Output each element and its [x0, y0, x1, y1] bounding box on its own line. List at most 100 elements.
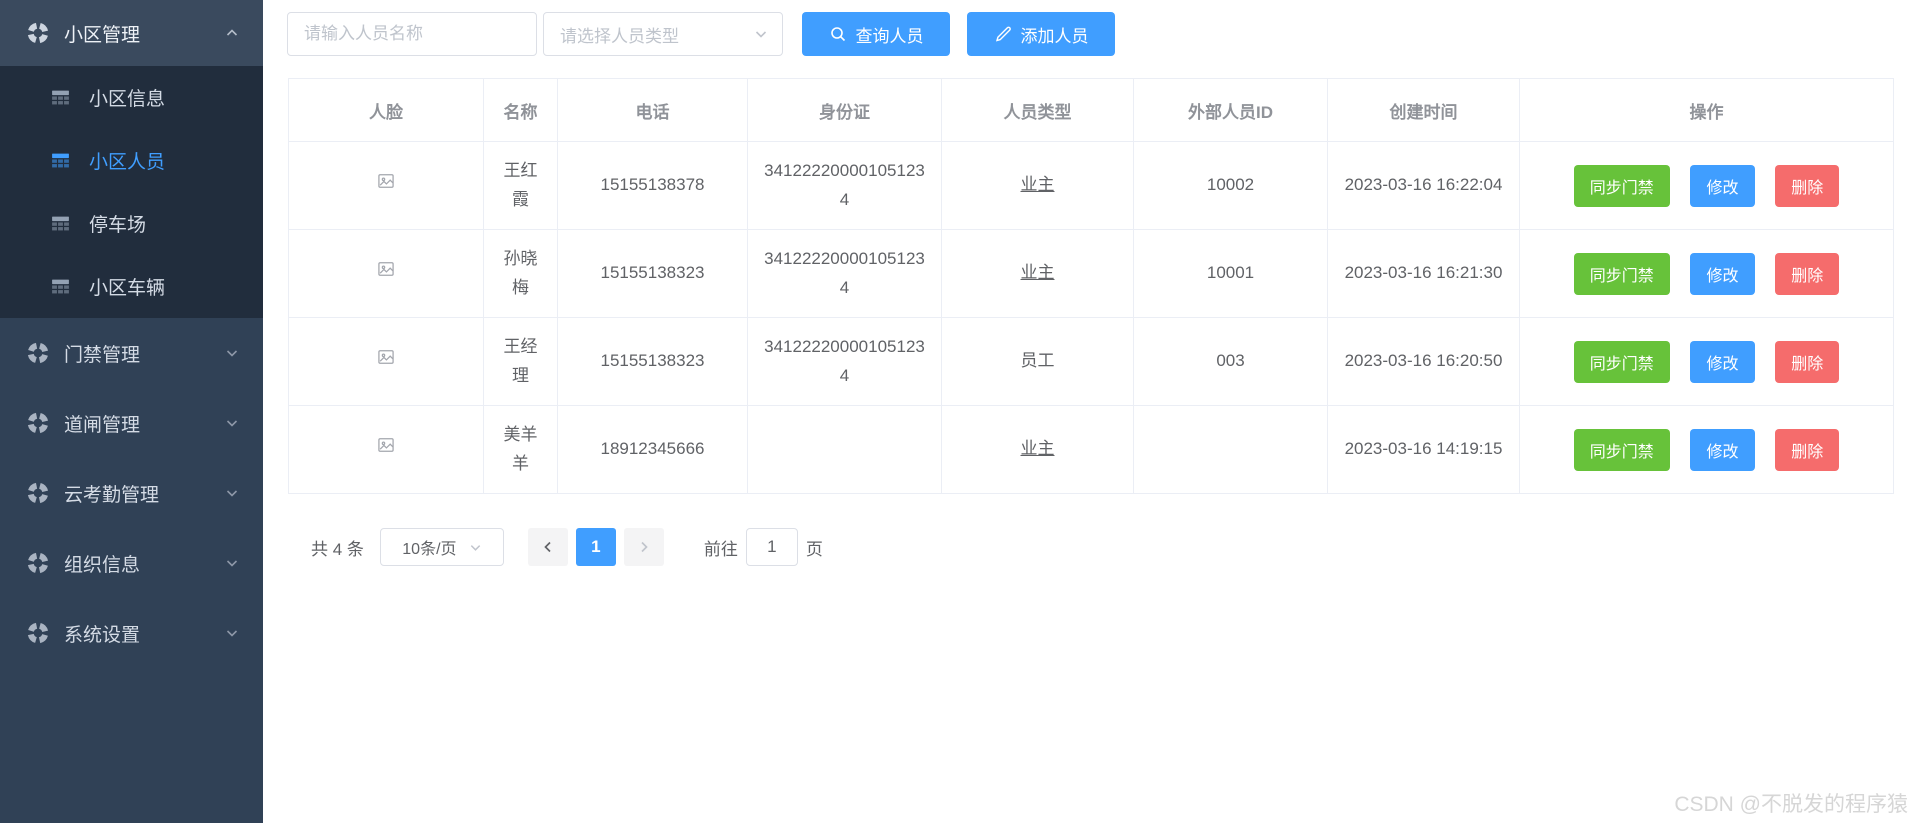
- person-type-select-placeholder: 请选择人员类型: [560, 26, 679, 46]
- add-person-button-label: 添加人员: [1020, 26, 1089, 46]
- sync-access-button[interactable]: 同步门禁: [1573, 340, 1670, 383]
- page-1-button[interactable]: 1: [575, 528, 616, 566]
- sync-access-button[interactable]: 同步门禁: [1573, 428, 1670, 471]
- external-id-cell: [1133, 405, 1328, 494]
- broken-image-icon: [376, 347, 396, 367]
- table-grid-icon: [50, 213, 71, 234]
- col-phone: 电话: [557, 78, 748, 142]
- sidebar-item-系统设置[interactable]: 系统设置: [0, 598, 263, 668]
- name-cell: 王红霞: [483, 141, 558, 230]
- edit-button[interactable]: 修改: [1690, 164, 1755, 207]
- person-table: 人脸 名称 电话 身份证 人员类型 外部人员ID 创建时间 操作 王红霞 151…: [288, 78, 1894, 494]
- life-ring-icon: [27, 552, 49, 574]
- created-at-cell: 2023-03-16 16:20:50: [1327, 317, 1520, 406]
- created-at-cell: 2023-03-16 16:22:04: [1327, 141, 1520, 230]
- face-cell: [288, 141, 484, 230]
- person-type-cell: 业主: [941, 141, 1134, 230]
- created-at-cell: 2023-03-16 14:19:15: [1327, 405, 1520, 494]
- chevron-up-icon: [225, 26, 239, 40]
- person-type-cell: 业主: [941, 405, 1134, 494]
- sidebar-group-item-label: 系统设置: [64, 624, 141, 646]
- table-grid-icon: [50, 150, 71, 171]
- sidebar-submenu-item-label: 小区车辆: [89, 278, 166, 299]
- add-person-button[interactable]: 添加人员: [967, 12, 1115, 56]
- phone-cell: 15155138323: [557, 229, 748, 318]
- sidebar-item-门禁管理[interactable]: 门禁管理: [0, 318, 263, 388]
- sync-access-button[interactable]: 同步门禁: [1573, 252, 1670, 295]
- sidebar-item-组织信息[interactable]: 组织信息: [0, 528, 263, 598]
- broken-image-icon: [376, 435, 396, 455]
- table-header-row: 人脸 名称 电话 身份证 人员类型 外部人员ID 创建时间 操作: [288, 78, 1894, 142]
- actions-cell: 同步门禁 修改 删除: [1519, 229, 1894, 318]
- delete-button[interactable]: 删除: [1775, 252, 1840, 295]
- chevron-down-icon: [225, 626, 239, 640]
- person-name-input[interactable]: [287, 12, 537, 56]
- page-suffix-label: 页: [805, 539, 823, 559]
- goto-page-input[interactable]: [745, 528, 798, 566]
- edit-button[interactable]: 修改: [1690, 428, 1755, 471]
- sidebar-item-道闸管理[interactable]: 道闸管理: [0, 388, 263, 458]
- sidebar-item-小区车辆[interactable]: 小区车辆: [0, 255, 263, 318]
- col-face: 人脸: [288, 78, 484, 142]
- table-row: 王经理 15155138323 341222200001051234 员工 00…: [288, 317, 1894, 406]
- idcard-cell: 341222200001051234: [747, 317, 942, 406]
- person-type-cell: 员工: [941, 317, 1134, 406]
- table-grid-icon: [50, 276, 71, 297]
- life-ring-icon: [27, 22, 49, 44]
- person-type-select[interactable]: 请选择人员类型: [543, 12, 783, 56]
- search-person-button[interactable]: 查询人员: [802, 12, 950, 56]
- name-cell: 孙晓梅: [483, 229, 558, 318]
- external-id-cell: 10001: [1133, 229, 1328, 318]
- pagination: 共 4 条 10条/页 1 前往 页: [311, 528, 823, 566]
- total-count-label: 共 4 条: [311, 539, 364, 559]
- sidebar-item-小区人员[interactable]: 小区人员: [0, 129, 263, 192]
- csdn-watermark: CSDN @不脱发的程序猿: [1674, 793, 1908, 816]
- chevron-down-icon: [225, 416, 239, 430]
- page-size-select[interactable]: 10条/页: [379, 528, 504, 566]
- idcard-cell: 341222200001051234: [747, 229, 942, 318]
- col-name: 名称: [483, 78, 558, 142]
- chevron-down-icon: [225, 556, 239, 570]
- phone-cell: 15155138323: [557, 317, 748, 406]
- phone-cell: 15155138378: [557, 141, 748, 230]
- person-type-cell: 业主: [941, 229, 1134, 318]
- edit-pencil-icon: [994, 25, 1012, 43]
- sidebar-item-停车场[interactable]: 停车场: [0, 192, 263, 255]
- external-id-cell: 10002: [1133, 141, 1328, 230]
- delete-button[interactable]: 删除: [1775, 428, 1840, 471]
- sidebar-submenu-item-label: 停车场: [89, 215, 147, 236]
- name-cell: 王经理: [483, 317, 558, 406]
- name-cell: 美羊羊: [483, 405, 558, 494]
- idcard-cell: [747, 405, 942, 494]
- col-person-type: 人员类型: [941, 78, 1134, 142]
- chevron-down-icon: [469, 541, 482, 554]
- life-ring-icon: [27, 622, 49, 644]
- sidebar-submenu-item-label: 小区信息: [89, 89, 166, 110]
- sidebar-group-item-label: 道闸管理: [64, 414, 141, 436]
- sidebar-item-小区信息[interactable]: 小区信息: [0, 66, 263, 129]
- next-page-button[interactable]: [623, 528, 664, 566]
- page-size-value: 10条/页: [402, 541, 457, 558]
- goto-label: 前往: [703, 539, 738, 559]
- actions-cell: 同步门禁 修改 删除: [1519, 405, 1894, 494]
- actions-cell: 同步门禁 修改 删除: [1519, 317, 1894, 406]
- life-ring-icon: [27, 412, 49, 434]
- edit-button[interactable]: 修改: [1690, 252, 1755, 295]
- face-cell: [288, 317, 484, 406]
- sidebar-item-label: 小区管理: [64, 24, 141, 46]
- sidebar-item-云考勤管理[interactable]: 云考勤管理: [0, 458, 263, 528]
- face-cell: [288, 229, 484, 318]
- edit-button[interactable]: 修改: [1690, 340, 1755, 383]
- broken-image-icon: [376, 259, 396, 279]
- prev-page-button[interactable]: [527, 528, 568, 566]
- col-created-at: 创建时间: [1327, 78, 1520, 142]
- delete-button[interactable]: 删除: [1775, 340, 1840, 383]
- sync-access-button[interactable]: 同步门禁: [1573, 164, 1670, 207]
- chevron-down-icon: [225, 486, 239, 500]
- created-at-cell: 2023-03-16 16:21:30: [1327, 229, 1520, 318]
- sidebar: 小区管理 小区信息 小区人员 停车场 小区车辆 门禁管理 道闸管理 云考勤管理 …: [0, 0, 263, 823]
- delete-button[interactable]: 删除: [1775, 164, 1840, 207]
- main-content: 请选择人员类型 查询人员 添加人员 人脸 名称 电话 身份证 人员类型 外部: [263, 0, 1920, 823]
- sidebar-item-community-management[interactable]: 小区管理: [0, 0, 263, 66]
- search-person-button-label: 查询人员: [855, 26, 924, 46]
